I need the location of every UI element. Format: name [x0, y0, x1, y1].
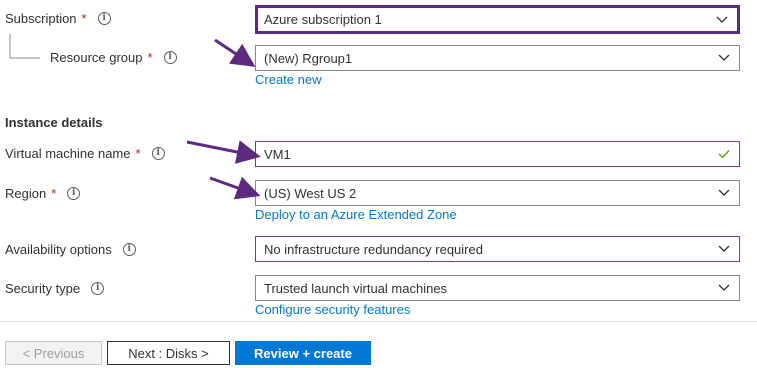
arrow-vm-name [186, 140, 261, 164]
next-disks-button[interactable]: Next : Disks > [107, 341, 230, 365]
annotation-arrows [186, 38, 261, 200]
arrow-region [209, 176, 261, 200]
review-create-button[interactable]: Review + create [235, 341, 371, 365]
previous-button[interactable]: < Previous [5, 341, 102, 365]
arrow-resource-group [214, 38, 256, 67]
footer-divider [0, 321, 757, 322]
